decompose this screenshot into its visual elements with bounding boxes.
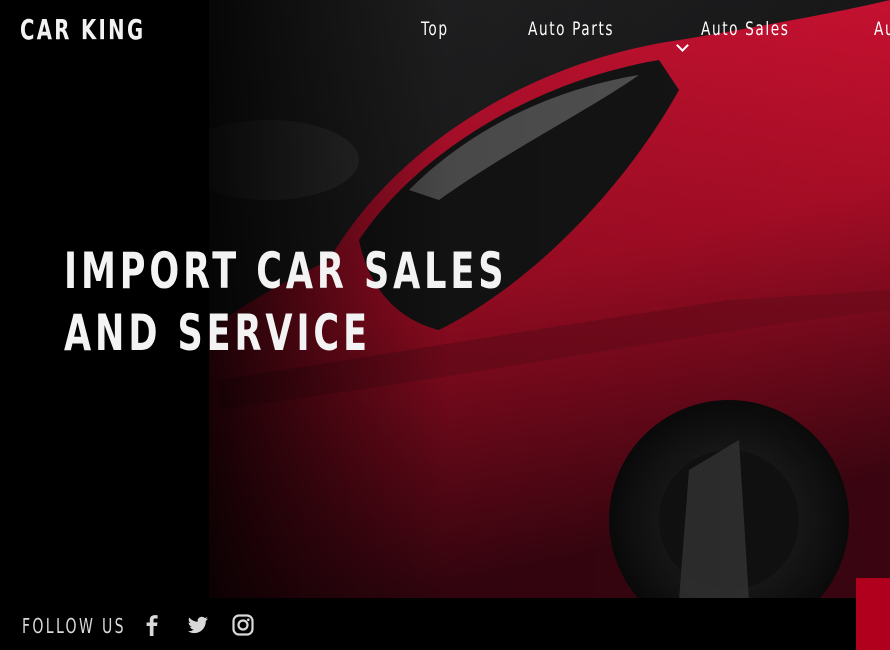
hero-headline-line2: AND SERVICE — [64, 304, 371, 362]
footer-bar: FOLLOW US — [0, 598, 890, 650]
nav-item-top[interactable]: Top — [421, 18, 449, 40]
instagram-icon[interactable] — [230, 612, 256, 638]
main-nav: Top Auto Parts Auto Sales Au — [0, 18, 890, 52]
nav-item-auto-parts[interactable]: Auto Parts — [528, 18, 614, 40]
follow-us-label: FOLLOW US — [22, 614, 126, 638]
hero-headline-line1: IMPORT CAR SALES — [64, 242, 508, 300]
hero-headline: IMPORT CAR SALES AND SERVICE — [64, 240, 507, 364]
accent-block — [856, 578, 890, 650]
facebook-icon[interactable] — [139, 612, 165, 638]
nav-item-auto-sales[interactable]: Auto Sales — [701, 18, 790, 40]
nav-item-truncated[interactable]: Au — [874, 18, 890, 40]
twitter-icon[interactable] — [185, 612, 211, 638]
